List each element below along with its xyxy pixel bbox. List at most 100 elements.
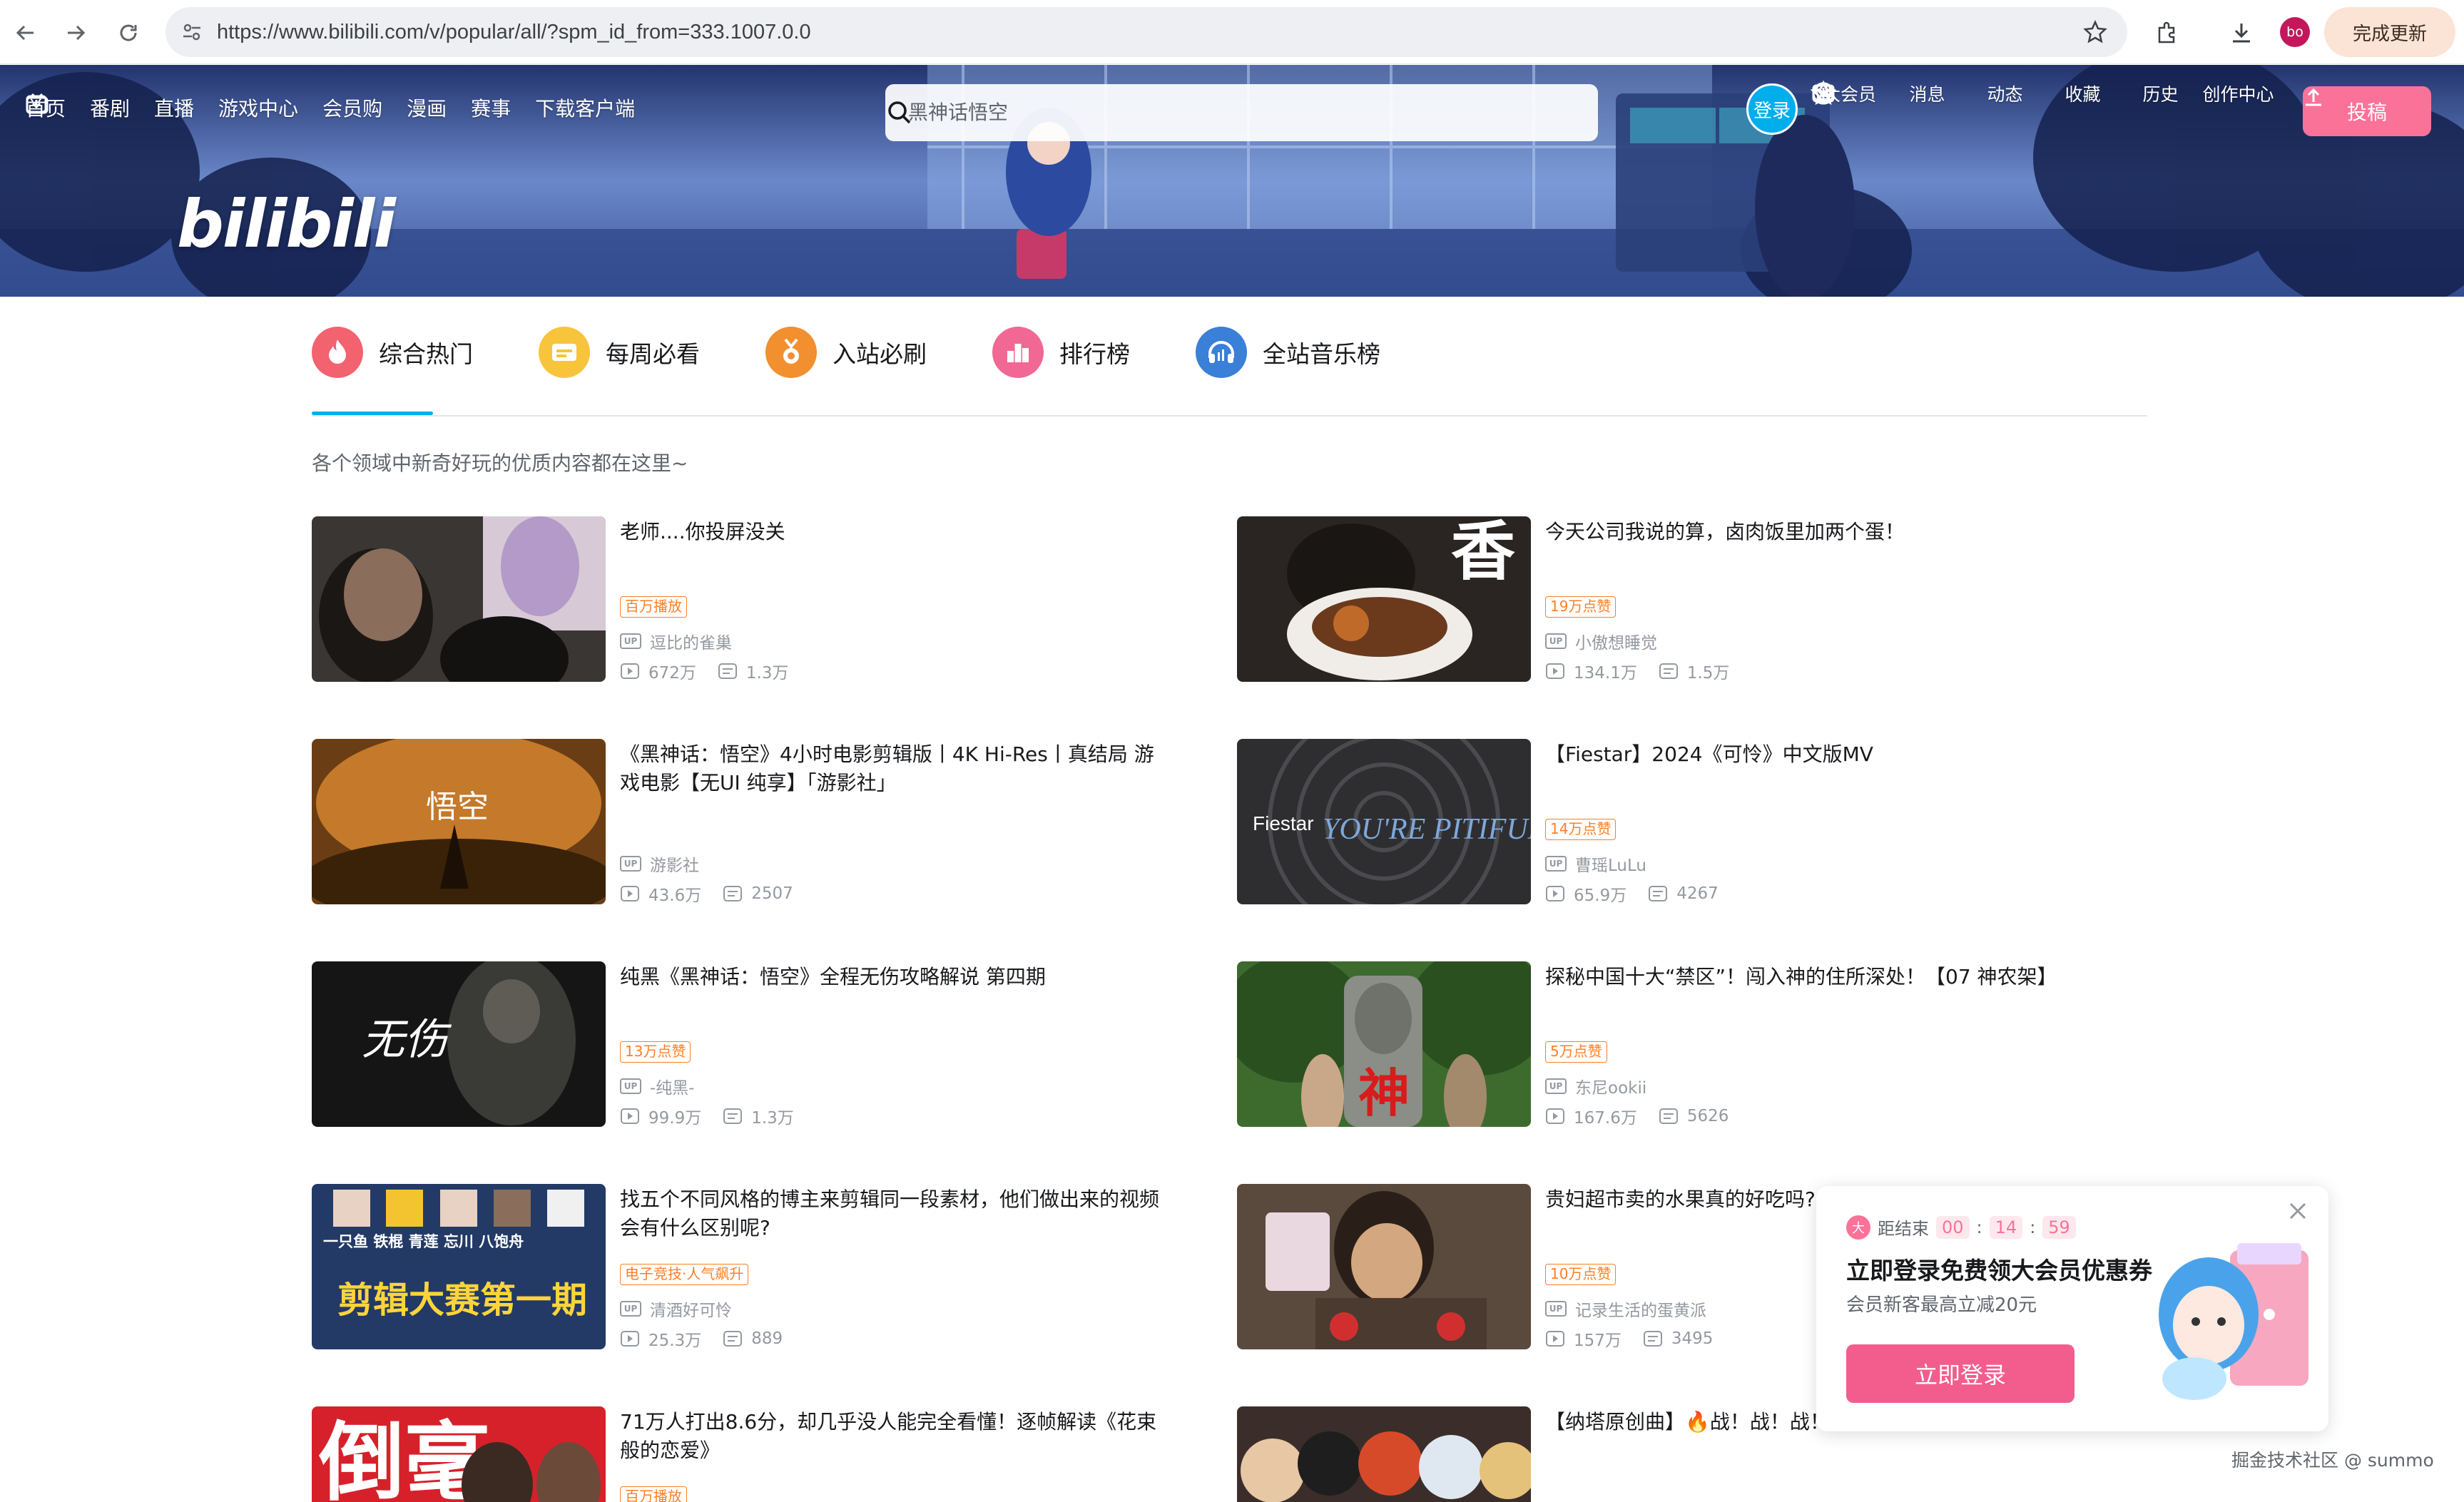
header-history[interactable]: 历史 (1812, 81, 2199, 106)
video-card[interactable]: 悟空 《黑神话：悟空》4小时电影剪辑版丨4K Hi-Res丨真结局 游戏电影【无… (312, 739, 1168, 905)
tab-label: 全站音乐榜 (1263, 340, 1380, 368)
danmaku-icon (1659, 663, 1678, 679)
bookmark-star-icon[interactable] (2083, 20, 2107, 44)
video-thumbnail[interactable] (1237, 1406, 1531, 1502)
nav-download-client[interactable]: 下载客户端 (26, 93, 636, 122)
uploader[interactable]: UP 游影社 (620, 852, 699, 876)
video-card[interactable]: 倒毫 71万人打出8.6分，却几乎没人能完全看懂！逐帧解读《花束般的恋爱》 百万… (312, 1406, 1168, 1502)
header-right-icons: 大会员 消息 动态 收藏 历史 创作中心 (1811, 81, 2277, 106)
uploader[interactable]: UP 逗比的雀巢 (620, 629, 732, 653)
extensions-button[interactable] (2144, 10, 2190, 56)
nav-label: 漫画 (407, 97, 447, 121)
nav-label: 下载客户端 (535, 97, 636, 121)
forward-button[interactable] (53, 10, 98, 56)
downloads-button[interactable] (2219, 10, 2264, 56)
search-input[interactable]: 黑神话悟空 (908, 84, 1008, 141)
thumb-text: YOU'RE PITIFUL (1323, 813, 1531, 846)
video-title[interactable]: 老师....你投屏没关 (620, 518, 1162, 546)
video-title[interactable]: 【Fiestar】2024《可怜》中文版MV (1545, 740, 2087, 769)
nav-esports[interactable]: 赛事 (471, 93, 511, 122)
header-favorites[interactable]: 收藏 (1811, 81, 2122, 106)
video-title[interactable]: 71万人打出8.6分，却几乎没人能完全看懂！逐帧解读《花束般的恋爱》 (620, 1408, 1162, 1465)
uploader-name: -纯黑- (650, 1079, 695, 1098)
update-button[interactable]: 完成更新 (2324, 7, 2455, 57)
play-count-icon (621, 1108, 639, 1124)
nav-shop[interactable]: 会员购 (322, 93, 382, 122)
close-icon[interactable] (2287, 1200, 2308, 1222)
nav-manga[interactable]: 漫画 (407, 93, 447, 122)
view-count: 25.3万 (648, 1332, 702, 1350)
bilibili-logo[interactable]: bilibili (177, 186, 396, 262)
video-thumbnail[interactable]: 香 (1237, 516, 1531, 682)
thumb-text: 剪辑大赛第一期 (337, 1279, 587, 1321)
countdown-hours: 00 (1936, 1215, 1970, 1239)
header-messages[interactable]: 消息 (1812, 81, 1966, 106)
video-title[interactable]: 《黑神话：悟空》4小时电影剪辑版丨4K Hi-Res丨真结局 游戏电影【无UI … (620, 740, 1162, 797)
video-card[interactable]: 无伤 纯黑《黑神话：悟空》全程无伤攻略解说 第四期 13万点赞 UP -纯黑- 9… (312, 961, 1168, 1128)
upload-button[interactable]: 投稿 (2303, 86, 2431, 136)
video-badge: 5万点赞 (1545, 1041, 1607, 1063)
play-count-icon (621, 886, 639, 901)
video-stats: 99.9万 1.3万 (620, 1104, 815, 1128)
video-thumbnail[interactable] (312, 516, 606, 682)
browser-toolbar: https://www.bilibili.com/v/popular/all/?… (0, 0, 2464, 64)
video-thumbnail[interactable]: 无伤 (312, 961, 606, 1127)
video-title[interactable]: 今天公司我说的算，卤肉饭里加两个蛋！ (1545, 518, 2087, 546)
uploader-name: 小傲想睡觉 (1575, 634, 1657, 653)
uploader[interactable]: UP -纯黑- (620, 1074, 695, 1098)
tab-music-chart[interactable]: 全站音乐榜 (1196, 327, 1380, 378)
video-stats: 25.3万 889 (620, 1327, 804, 1351)
nav-label: 直播 (154, 97, 195, 121)
search-icon[interactable] (885, 98, 914, 127)
up-icon: UP (620, 856, 641, 872)
nav-live[interactable]: 直播 (154, 93, 194, 122)
play-count-icon (1546, 886, 1564, 901)
upload-icon (2306, 88, 2321, 106)
up-icon: UP (1545, 633, 1567, 649)
search-box[interactable]: 黑神话悟空 (885, 84, 1598, 141)
nav-anime[interactable]: 番剧 (90, 93, 130, 122)
video-card[interactable]: 香 今天公司我说的算，卤肉饭里加两个蛋！ 19万点赞 UP 小傲想睡觉 134.1… (1237, 516, 2093, 683)
video-thumbnail[interactable]: Fiestar YOU'RE PITIFUL (1237, 739, 1531, 904)
video-card[interactable]: 神 探秘中国十大“禁区”！闯入神的住所深处！【07 神农架】 5万点赞 UP 东尼… (1237, 961, 2093, 1128)
video-thumbnail[interactable]: 一只鱼 铁棍 青莲 忘川 八饱舟 剪辑大赛第一期 (312, 1184, 606, 1349)
thumb-text: 无伤 (362, 1015, 452, 1065)
uploader[interactable]: UP 记录生活的蛋黄派 (1545, 1297, 1706, 1321)
tab-weekly[interactable]: 每周必看 (539, 327, 700, 378)
video-stats: 672万 1.3万 (620, 659, 810, 683)
popup-login-button[interactable]: 立即登录 (1846, 1344, 2074, 1403)
video-title[interactable]: 探秘中国十大“禁区”！闯入神的住所深处！【07 神农架】 (1545, 963, 2087, 991)
site-settings-icon[interactable] (181, 21, 203, 43)
video-card[interactable]: Fiestar YOU'RE PITIFUL 【Fiestar】2024《可怜》中… (1237, 739, 2093, 905)
comment-count: 3495 (1671, 1329, 1714, 1348)
tab-comprehensive[interactable]: 综合热门 (312, 327, 473, 378)
tab-ranking[interactable]: 排行榜 (992, 327, 1130, 378)
video-thumbnail[interactable]: 悟空 (312, 739, 606, 904)
video-badge: 百万播放 (620, 1486, 687, 1502)
video-card[interactable]: 老师....你投屏没关 百万播放 UP 逗比的雀巢 672万 1.3万 (312, 516, 1168, 683)
uploader[interactable]: UP 曹瑶LuLu (1545, 852, 1646, 876)
tab-label: 综合热门 (379, 340, 473, 368)
uploader[interactable]: UP 清酒好可怜 (620, 1297, 732, 1321)
uploader[interactable]: UP 东尼ookii (1545, 1074, 1646, 1098)
header-creator-center[interactable]: 创作中心 (1815, 81, 2277, 106)
profile-avatar[interactable]: bo (2280, 17, 2310, 47)
video-thumbnail[interactable]: 倒毫 (312, 1406, 606, 1502)
back-button[interactable] (3, 10, 49, 56)
video-badge: 10万点赞 (1545, 1264, 1617, 1285)
video-thumbnail[interactable]: 神 (1237, 961, 1531, 1127)
login-button[interactable]: 登录 (1746, 83, 1798, 135)
address-bar[interactable]: https://www.bilibili.com/v/popular/all/?… (166, 7, 2127, 57)
video-card[interactable]: 一只鱼 铁棍 青莲 忘川 八饱舟 剪辑大赛第一期 找五个不同风格的博主来剪辑同一段… (312, 1184, 1168, 1351)
uploader[interactable]: UP 小傲想睡觉 (1545, 629, 1657, 653)
video-title[interactable]: 纯黑《黑神话：悟空》全程无伤攻略解说 第四期 (620, 963, 1162, 991)
reload-button[interactable] (106, 10, 151, 56)
header-dynamic[interactable]: 动态 (1812, 81, 2044, 106)
comment-count: 889 (751, 1329, 783, 1348)
tab-must-watch[interactable]: 入站必刷 (765, 327, 927, 378)
nav-game-center[interactable]: 游戏中心 (218, 93, 298, 122)
up-icon: UP (1545, 1078, 1567, 1094)
video-thumbnail[interactable] (1237, 1184, 1531, 1349)
play-count-icon (621, 1331, 639, 1347)
video-title[interactable]: 找五个不同风格的博主来剪辑同一段素材，他们做出来的视频会有什么区别呢? (620, 1185, 1162, 1242)
